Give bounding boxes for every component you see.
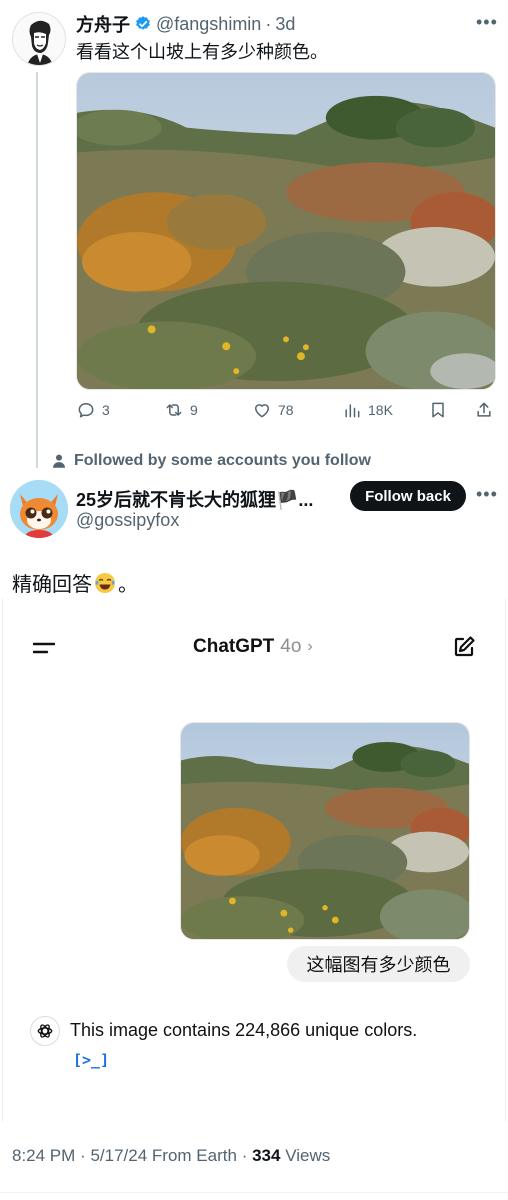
separator: · bbox=[80, 1146, 86, 1165]
chatgpt-logo-icon bbox=[30, 1016, 60, 1046]
more-options-icon[interactable]: ••• bbox=[476, 12, 500, 34]
views-button[interactable]: 18K bbox=[342, 396, 393, 424]
social-context: Followed by some accounts you follow bbox=[50, 450, 371, 472]
reply-button[interactable]: 3 bbox=[76, 396, 110, 424]
heart-icon bbox=[255, 404, 269, 418]
code-interpreter-icon[interactable]: [>_] bbox=[73, 1051, 109, 1069]
tears-of-joy-emoji-icon bbox=[95, 572, 115, 593]
views-label: Views bbox=[285, 1146, 331, 1165]
tweet-photo[interactable] bbox=[76, 72, 496, 390]
social-context-text: Followed by some accounts you follow bbox=[74, 452, 371, 469]
follow-back-button[interactable]: Follow back bbox=[350, 481, 466, 511]
bookmark-button[interactable] bbox=[428, 396, 448, 424]
reply-count: 3 bbox=[102, 402, 110, 418]
separator: · bbox=[265, 13, 272, 34]
like-count: 78 bbox=[278, 402, 294, 418]
reply-icon bbox=[78, 403, 94, 418]
author-name[interactable]: 方舟子 bbox=[76, 11, 130, 37]
tweet-meta: 8:24 PM · 5/17/24 From Earth · 334 Views bbox=[12, 1146, 330, 1166]
chatgpt-title: ChatGPT bbox=[193, 636, 275, 657]
user-message-bubble: 这幅图有多少颜色 bbox=[287, 946, 470, 982]
tweet-text-suffix: 。 bbox=[118, 574, 138, 596]
tweet-action-bar: 3 9 78 18K bbox=[76, 396, 500, 424]
retweet-count: 9 bbox=[190, 402, 198, 418]
avatar[interactable] bbox=[10, 480, 68, 538]
post-time[interactable]: 8:24 PM bbox=[12, 1146, 75, 1165]
retweet-icon bbox=[166, 404, 182, 416]
avatar[interactable] bbox=[12, 12, 66, 66]
share-button[interactable] bbox=[474, 396, 494, 424]
post-date[interactable]: 5/17/24 bbox=[90, 1146, 147, 1165]
uploaded-image[interactable] bbox=[180, 722, 470, 940]
person-icon bbox=[53, 454, 65, 468]
hillside-photo-image bbox=[77, 73, 495, 389]
author-name[interactable]: 25岁后就不肯长大的狐狸🏴... bbox=[76, 486, 313, 512]
views-count: 334 bbox=[252, 1146, 281, 1165]
model-name: 4o bbox=[280, 636, 302, 657]
openai-logo-icon bbox=[37, 1024, 53, 1038]
retweet-button[interactable]: 9 bbox=[164, 396, 198, 424]
assistant-message-text: This image contains 224,866 unique color… bbox=[70, 1020, 418, 1040]
tweet-header: 方舟子 @fangshimin · 3d bbox=[76, 12, 295, 36]
divider bbox=[0, 1192, 508, 1193]
tweet-text-body: 精确回答 bbox=[12, 574, 92, 596]
bookmark-icon bbox=[432, 402, 444, 418]
separator: · bbox=[241, 1146, 248, 1165]
hillside-photo-image bbox=[181, 723, 469, 939]
author-handle[interactable]: @fangshimin bbox=[156, 14, 261, 35]
more-options-icon[interactable]: ••• bbox=[476, 484, 498, 505]
post-source: From Earth bbox=[151, 1146, 237, 1165]
like-button[interactable]: 78 bbox=[252, 396, 294, 424]
assistant-message: This image contains 224,866 unique color… bbox=[70, 1016, 430, 1075]
thread-line bbox=[36, 72, 38, 468]
verified-badge-icon bbox=[136, 16, 150, 30]
author-handle[interactable]: @gossipyfox bbox=[76, 510, 179, 531]
timestamp[interactable]: 3d bbox=[275, 14, 295, 35]
chatgpt-header[interactable]: ChatGPT 4o › bbox=[193, 636, 313, 658]
menu-icon[interactable] bbox=[32, 638, 56, 658]
chevron-right-icon: › bbox=[307, 638, 313, 655]
share-icon bbox=[477, 402, 491, 417]
views-count: 18K bbox=[368, 402, 393, 418]
tweet-text: 看看这个山坡上有多少种颜色。 bbox=[76, 42, 328, 62]
fox-avatar-illustration bbox=[10, 480, 68, 538]
avatar-illustration bbox=[13, 13, 65, 65]
analytics-icon bbox=[345, 404, 360, 418]
new-chat-icon[interactable] bbox=[452, 635, 476, 659]
tweet-text: 精确回答 。 bbox=[12, 568, 138, 597]
